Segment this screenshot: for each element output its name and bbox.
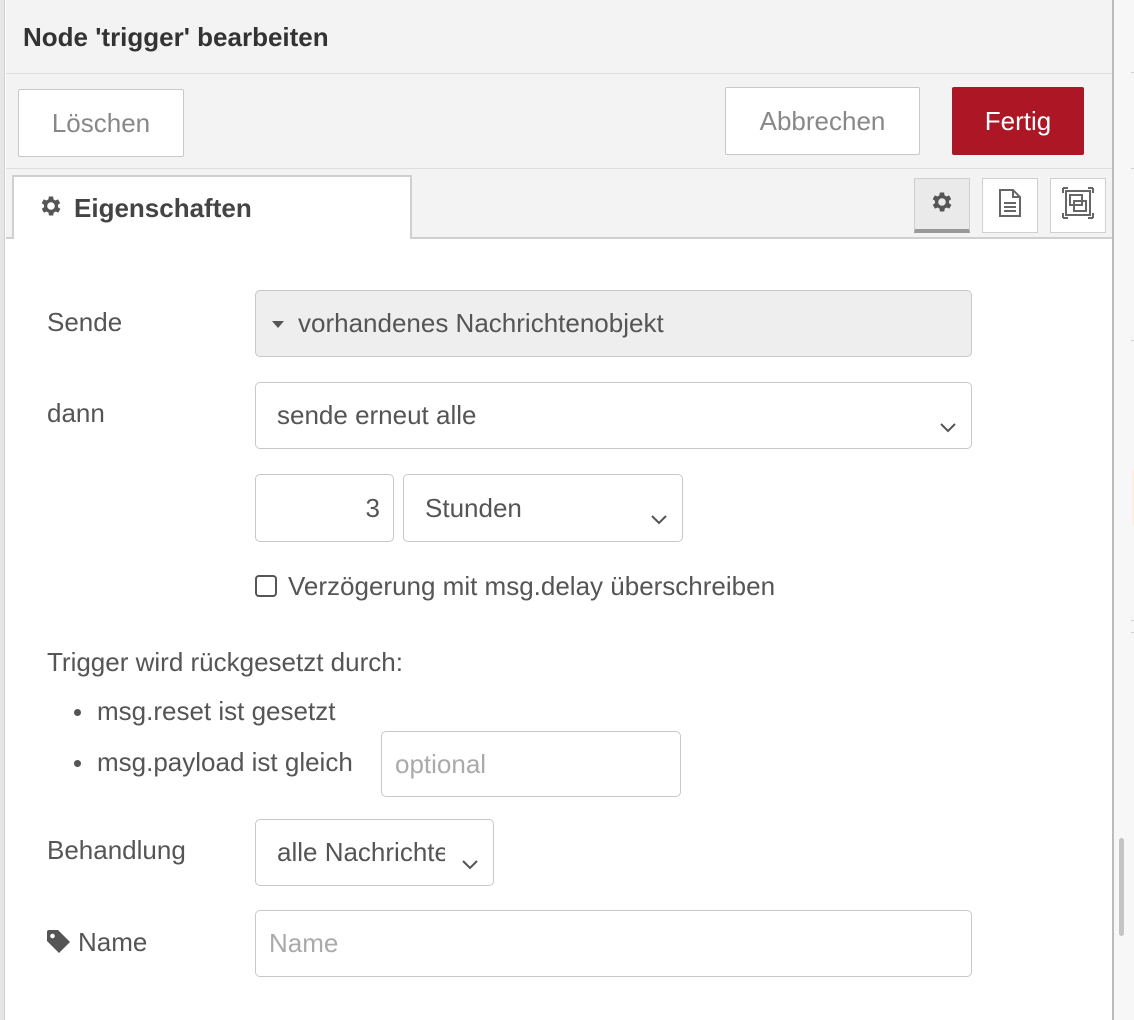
- tag-icon: [46, 930, 72, 959]
- send-label: Sende: [47, 307, 123, 337]
- handling-select[interactable]: alle Nachrichten: [255, 819, 494, 886]
- properties-form: Sende vorhandenes Nachrichtenobjekt dann…: [6, 239, 1112, 1020]
- chevron-down-icon: [650, 502, 668, 533]
- workspace-edge: [1112, 0, 1134, 1020]
- name-placeholder: Name: [269, 928, 339, 958]
- appearance-icon: [1062, 187, 1094, 224]
- node-properties-button[interactable]: [914, 178, 970, 233]
- tab-properties[interactable]: Eigenschaften: [12, 175, 412, 239]
- name-input[interactable]: Name: [255, 910, 972, 977]
- tab-properties-label: Eigenschaften: [74, 192, 252, 223]
- override-delay-label: Verzögerung mit msg.delay überschreiben: [288, 571, 776, 601]
- cancel-button[interactable]: Abbrechen: [725, 87, 920, 155]
- dialog-toolbar: Löschen Abbrechen Fertig: [6, 74, 1112, 169]
- bullet: [74, 709, 81, 716]
- handling-select-value: alle Nachrichten: [277, 837, 445, 867]
- reset-payload-placeholder: optional: [395, 748, 487, 779]
- done-button[interactable]: Fertig: [952, 87, 1084, 155]
- dialog-title: Node 'trigger' bearbeiten: [23, 22, 329, 52]
- gear-icon: [929, 189, 955, 220]
- caret-down-icon: [271, 319, 285, 329]
- interval-input-value: 3: [365, 492, 380, 523]
- chevron-down-icon: [461, 847, 479, 878]
- node-description-button[interactable]: [982, 178, 1038, 233]
- reset-item-msg-reset: msg.reset ist gesetzt: [97, 696, 336, 726]
- then-select[interactable]: sende erneut alle: [255, 382, 972, 449]
- handling-label: Behandlung: [47, 835, 186, 865]
- reset-item-msg-payload: msg.payload ist gleich: [97, 747, 353, 777]
- then-select-value: sende erneut alle: [277, 400, 477, 430]
- description-icon: [997, 188, 1023, 223]
- send-select-value: vorhandenes Nachrichtenobjekt: [298, 308, 664, 338]
- left-edge: [0, 0, 5, 1020]
- name-label: Name: [78, 927, 148, 957]
- chevron-down-icon: [939, 410, 957, 441]
- reset-payload-input[interactable]: optional: [381, 731, 681, 797]
- interval-unit-value: Stunden: [425, 492, 522, 523]
- interval-input[interactable]: 3: [255, 474, 394, 542]
- override-delay-checkbox[interactable]: [255, 575, 277, 597]
- dialog-header: Node 'trigger' bearbeiten: [6, 0, 1112, 74]
- bullet: [74, 760, 81, 767]
- delete-button[interactable]: Löschen: [18, 89, 184, 157]
- interval-unit-select[interactable]: Stunden: [403, 474, 683, 542]
- then-label: dann: [47, 398, 105, 428]
- reset-heading: Trigger wird rückgesetzt durch:: [47, 647, 403, 677]
- gear-icon: [38, 193, 64, 224]
- send-select[interactable]: vorhandenes Nachrichtenobjekt: [255, 290, 972, 357]
- node-appearance-button[interactable]: [1050, 178, 1106, 233]
- scrollbar-thumb[interactable]: [1119, 838, 1124, 936]
